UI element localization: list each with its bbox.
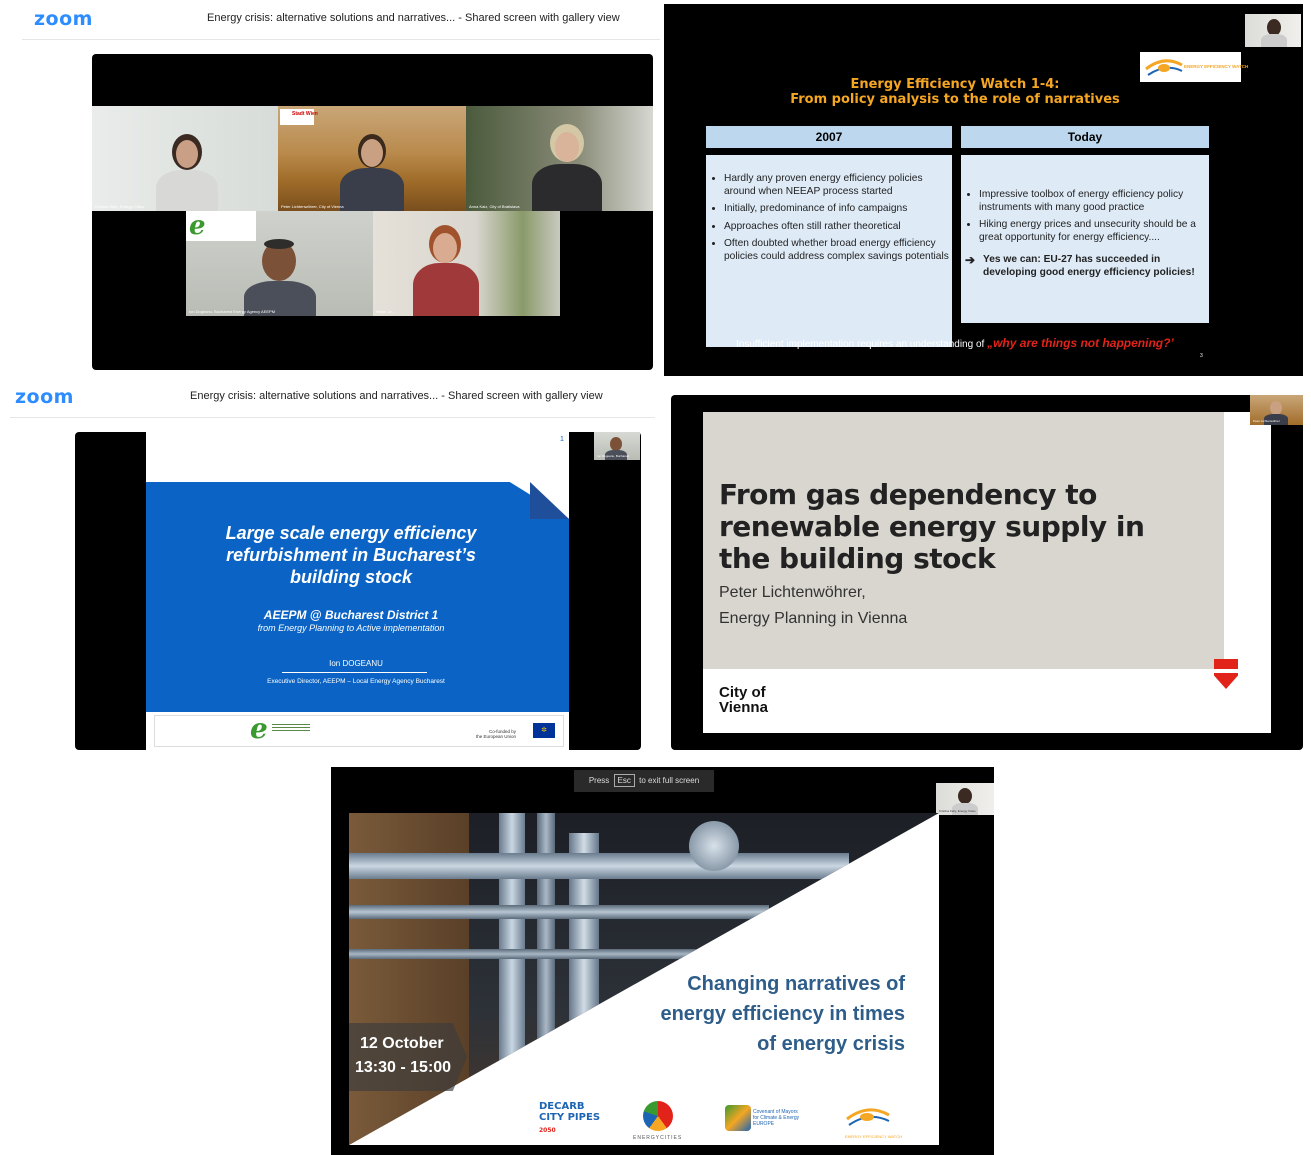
header-divider	[22, 39, 660, 40]
column-header-2007: 2007	[706, 126, 952, 148]
gallery-view: Kristina Kelly, Energy Cities Stadt Wien…	[92, 54, 653, 370]
arrow-right-icon: ➔	[965, 253, 976, 267]
conclusion-text: Yes we can: EU-27 has succeeded in devel…	[983, 254, 1195, 278]
column-header-today: Today	[961, 126, 1209, 148]
eye-icon	[1145, 59, 1183, 76]
eew-logo: ENERGY EFFICIENCY WATCH	[845, 1103, 902, 1139]
author-role: Executive Director, AEEPM – Local Energy…	[267, 678, 445, 685]
column-today: Impressive toolbox of energy efficiency …	[961, 155, 1209, 323]
energy-cities-logo	[643, 1101, 673, 1131]
video-tile[interactable]: Anna Kaiz, City of Bratislava	[466, 106, 653, 211]
eye-icon	[846, 1108, 890, 1126]
participant-name: Ion Dogeanu, Bucharest Energy Agency AEE…	[189, 309, 276, 314]
zoom-logo: zoom	[15, 386, 74, 408]
slide-subtitle: AEEPM @ Bucharest District 1	[263, 608, 439, 622]
slide-title: Large scale energy efficiency refurbishm…	[225, 523, 477, 587]
bullet: Impressive toolbox of energy efficiency …	[979, 189, 1207, 214]
footer-quote: „why are things not happening?’	[987, 336, 1174, 350]
eu-flag-icon: ✲	[533, 723, 555, 738]
participant-name: Kristina Kelly, Energy Cities	[95, 204, 144, 209]
slide-title: Changing narratives of energy efficiency…	[660, 973, 905, 1055]
video-tile[interactable]: Stadt Wien Peter Lichtenwöhrer, City of …	[278, 106, 466, 211]
video-tile[interactable]: Heike Jo...	[373, 211, 560, 316]
header-divider	[10, 417, 655, 418]
bullet: Often doubted whether broad energy effic…	[724, 238, 950, 263]
slide: 1 Large scale energy efficiency refurbis…	[146, 432, 569, 750]
participant-name: Anna Kaiz, City of Bratislava	[469, 204, 520, 209]
vienna-shield-icon	[1214, 659, 1238, 689]
author-name: Ion DOGEANU	[329, 659, 383, 668]
event-time: 13:30 - 15:00	[355, 1059, 452, 1076]
participant-name: Peter Lichtenwöhrer, City of Vienna	[281, 204, 344, 209]
panel-mid-left: zoom Energy crisis: alternative solution…	[0, 380, 660, 752]
fullscreen-toast: Press Esc to exit full screen	[574, 770, 714, 792]
slide-subtitle-2: from Energy Planning to Active implement…	[257, 623, 445, 633]
bullet: Hiking energy prices and unsecurity shou…	[979, 219, 1207, 244]
bullet: Hardly any proven energy efficiency poli…	[724, 173, 950, 198]
window-title: Energy crisis: alternative solutions and…	[207, 12, 620, 24]
panel-bottom: Press Esc to exit full screen Kristina K…	[331, 767, 994, 1155]
aeepm-logo: e	[250, 712, 268, 745]
stadt-wien-sign: Stadt Wien	[292, 111, 318, 117]
event-date: 12 October	[360, 1035, 444, 1052]
slide-number: 1	[560, 436, 564, 443]
panel-mid-right: From gas dependency to renewable energy …	[671, 395, 1303, 750]
panel-top-right: ENERGY EFFICIENCY WATCH Energy Efficienc…	[664, 4, 1303, 376]
slide-title: Energy Efficiency Watch 1-4: From policy…	[790, 77, 1120, 107]
participant-thumbnail[interactable]	[1245, 14, 1301, 47]
slide-footer: Insufficient implementation requires an …	[736, 336, 1174, 350]
aeepm-logo: e	[189, 211, 206, 241]
page-number: 3	[1200, 353, 1203, 359]
participant-thumbnail[interactable]: Peter Lichtenwöhrer	[1250, 395, 1303, 425]
participant-name: Heike Jo...	[376, 309, 395, 314]
covenant-of-mayors-logo	[725, 1105, 751, 1131]
participant-thumbnail[interactable]: Kristina Kelly, Energy Cities	[936, 783, 994, 815]
panel-top-left: zoom Energy crisis: alternative solution…	[0, 0, 660, 375]
zoom-logo: zoom	[34, 8, 93, 30]
slide: 12 October 13:30 - 15:00 Changing narrat…	[349, 813, 939, 1145]
column-2007: Hardly any proven energy efficiency poli…	[706, 155, 952, 347]
video-tile[interactable]: e Ion Dogeanu, Bucharest Energy Agency A…	[186, 211, 373, 316]
bullet: Initially, predominance of info campaign…	[724, 203, 950, 216]
bullet: Approaches often still rather theoretica…	[724, 221, 950, 234]
presenter-name: Peter Lichtenwöhrer,	[719, 584, 866, 601]
city-of-vienna-logo: City of Vienna	[719, 684, 768, 716]
slide-title: From gas dependency to renewable energy …	[719, 478, 1145, 575]
video-tile[interactable]: Kristina Kelly, Energy Cities	[92, 106, 278, 211]
decarb-logo: DECARB CITY PIPES 2050	[539, 1101, 601, 1134]
eu-funding-text: Co-funded by the European Union	[476, 729, 517, 739]
date-tag	[349, 1023, 467, 1091]
esc-key: Esc	[613, 774, 635, 787]
shared-screen: 1 Large scale energy efficiency refurbis…	[75, 432, 641, 750]
participant-thumbnail[interactable]: Ion Dogeanu, Bucharest	[594, 432, 640, 460]
presenter-org: Energy Planning in Vienna	[719, 610, 908, 627]
slide: From gas dependency to renewable energy …	[703, 412, 1271, 733]
window-title: Energy crisis: alternative solutions and…	[190, 390, 603, 402]
